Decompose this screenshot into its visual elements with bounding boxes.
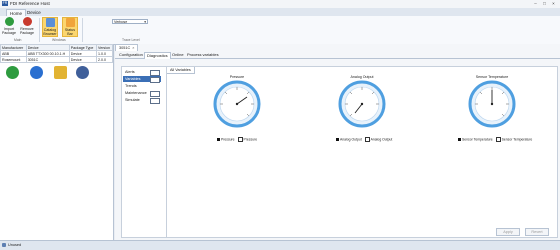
group-label-trace-level: Trace Level: [122, 38, 140, 42]
menu-bar: Home Device: [0, 8, 560, 17]
tab-process-variables[interactable]: Process variables: [185, 52, 221, 58]
status-text: Unused: [8, 243, 22, 247]
gauge-legend: Sensor Temperature Sensor Temperature: [458, 137, 532, 142]
pressure-gauge: Pressure Pressure Pressure: [197, 75, 277, 142]
nav-item-trends[interactable]: Trends: [123, 83, 161, 89]
gauge-title: Analog Output: [350, 75, 374, 79]
import-package-button[interactable]: Import Package: [2, 17, 16, 35]
legend-swatch: [495, 137, 501, 142]
tab-diagnostics[interactable]: Diagnostics: [144, 52, 171, 59]
document-area: 3051C × Configuration Diagnostics Online …: [115, 44, 560, 240]
app-title: FDI Reference Host: [10, 1, 50, 6]
nav-item-alerts[interactable]: Alerts: [123, 69, 161, 76]
gear-icon[interactable]: [76, 66, 89, 79]
legend-swatch: [458, 138, 461, 141]
edit-icon[interactable]: [54, 66, 67, 79]
table-row[interactable]: Rosemount 3051C Device 2.0.0: [0, 56, 113, 63]
device-catalog-panel: Manufacturer Device Package Type Version…: [0, 44, 114, 240]
download-icon[interactable]: [6, 66, 19, 79]
group-label-windows: Windows: [52, 38, 66, 42]
catalog-browser-button[interactable]: Catalog Browser: [42, 17, 58, 37]
gauge-title: Pressure: [229, 75, 245, 79]
nav-item-maintenance[interactable]: Maintenance: [123, 90, 161, 97]
diagnostics-nav: Alerts Variables Trends Maintenance Simu…: [121, 66, 167, 238]
ribbon: Import Package Remove Package Main Catal…: [0, 16, 560, 45]
document-subtabs: Configuration Diagnostics Online Process…: [115, 51, 560, 59]
nav-item-simulate[interactable]: Simulate: [123, 97, 161, 104]
remove-package-button[interactable]: Remove Package: [20, 17, 34, 35]
nav-thumbnail-icon: [150, 98, 160, 104]
legend-swatch: [237, 137, 243, 142]
trace-level-select[interactable]: Verbose ▾: [112, 19, 148, 24]
legend-swatch: [217, 138, 220, 141]
close-icon[interactable]: ×: [132, 46, 134, 50]
legend-swatch: [364, 137, 370, 142]
revert-button[interactable]: Revert: [525, 228, 549, 236]
gauge-dial: [468, 80, 516, 128]
gauge-title: Sensor Temperature: [475, 75, 509, 79]
group-label-main: Main: [14, 38, 22, 42]
import-package-icon: [4, 17, 14, 26]
ribbon-separator: [82, 18, 83, 42]
status-icon: [2, 243, 6, 247]
legend-swatch: [336, 138, 339, 141]
status-bar-icon: [65, 18, 75, 27]
maximize-button[interactable]: □: [541, 1, 548, 6]
gauge-legend: Analog Output Analog Output: [336, 137, 392, 142]
sensor-temperature-gauge: Sensor Temperature Sensor Temperature Se…: [452, 75, 532, 142]
document-tab[interactable]: 3051C ×: [115, 44, 139, 51]
status-bar-button[interactable]: Status Bar: [62, 17, 78, 37]
info-icon[interactable]: [30, 66, 43, 79]
app-logo-icon: FR: [2, 1, 8, 6]
analog-output-gauge: Analog Output Analog Output Analog Outpu…: [322, 75, 402, 142]
gauge-dial: [213, 80, 261, 128]
gauge-dial: [338, 80, 386, 128]
remove-package-icon: [22, 17, 32, 26]
tab-online[interactable]: Online: [170, 52, 186, 58]
table-cell: Rosemount: [0, 56, 27, 63]
nav-item-variables[interactable]: Variables: [123, 76, 161, 83]
table-cell: 3051C: [25, 56, 70, 63]
table-cell: Device: [68, 56, 98, 63]
tab-device[interactable]: Device: [24, 9, 44, 16]
minimize-button[interactable]: –: [532, 1, 539, 6]
ribbon-separator: [39, 18, 40, 42]
device-table: Manufacturer Device Package Type Version…: [0, 44, 113, 63]
close-window-button[interactable]: ×: [550, 1, 557, 6]
table-cell: 2.0.0: [96, 56, 113, 63]
gauge-legend: Pressure Pressure: [217, 137, 257, 142]
chevron-down-icon: ▾: [144, 20, 146, 24]
tab-configuration[interactable]: Configuration: [117, 52, 145, 58]
catalog-browser-icon: [45, 18, 55, 27]
tab-all-variables[interactable]: All Variables: [167, 67, 195, 74]
variables-panel: All Variables Pressure Pressure Pressure: [166, 66, 558, 238]
apply-button[interactable]: Apply: [496, 228, 520, 236]
